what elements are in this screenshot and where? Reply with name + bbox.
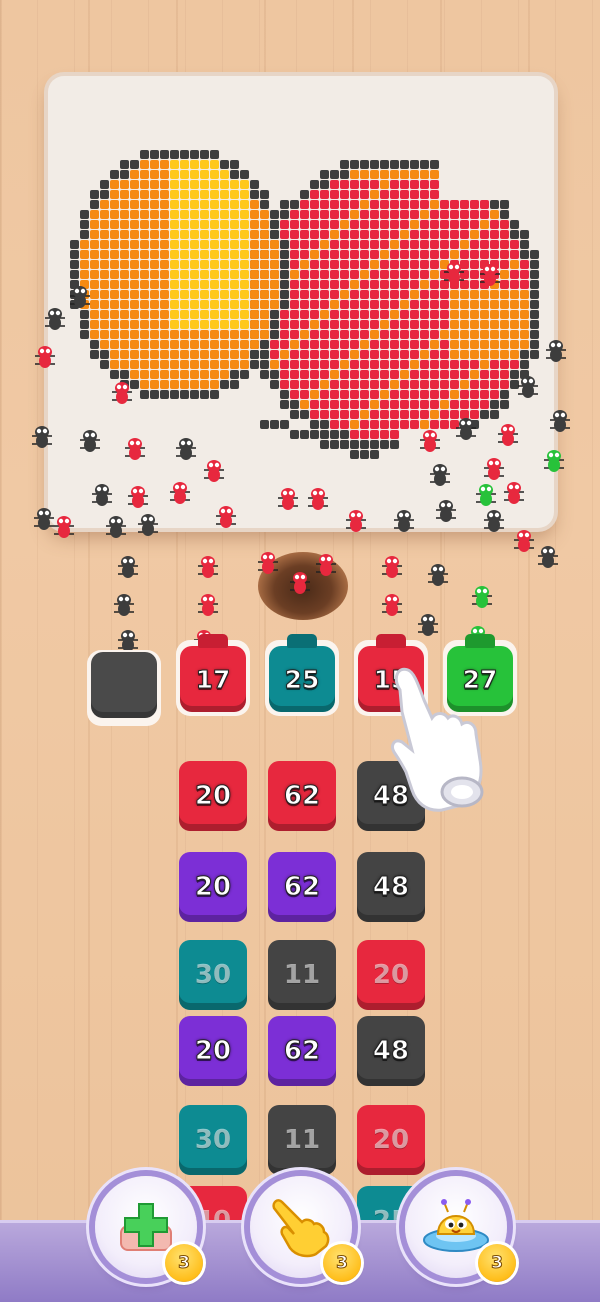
tile[interactable]: 62 bbox=[268, 761, 336, 831]
powerup-count-badge: 3 bbox=[165, 1244, 203, 1282]
jar-label: 17 bbox=[195, 664, 231, 694]
tile[interactable]: 20 bbox=[179, 761, 247, 831]
tile: 11 bbox=[268, 1105, 336, 1175]
ant bbox=[418, 614, 438, 636]
tile[interactable]: 20 bbox=[179, 852, 247, 922]
ant bbox=[428, 564, 448, 586]
pointing-hand-icon bbox=[272, 1199, 330, 1258]
tile[interactable]: 48 bbox=[357, 852, 425, 922]
ufo-icon bbox=[423, 1199, 489, 1252]
tile[interactable]: 20 bbox=[179, 1016, 247, 1086]
tile: 30 bbox=[179, 940, 247, 1010]
jar-label: 25 bbox=[284, 664, 320, 694]
tile[interactable]: 62 bbox=[268, 1016, 336, 1086]
ant bbox=[198, 594, 218, 616]
jar-teal[interactable]: 25 bbox=[269, 634, 335, 712]
ant-hole bbox=[258, 552, 348, 620]
powerup-count-badge: 3 bbox=[478, 1244, 516, 1282]
ant bbox=[118, 630, 138, 652]
tutorial-hand-icon bbox=[390, 667, 484, 812]
jar-empty[interactable] bbox=[91, 652, 157, 718]
tile[interactable]: 48 bbox=[357, 1016, 425, 1086]
tile: 11 bbox=[268, 940, 336, 1010]
plus-icon bbox=[120, 1203, 172, 1251]
ant bbox=[114, 594, 134, 616]
tile: 30 bbox=[179, 1105, 247, 1175]
powerup-count-badge: 3 bbox=[323, 1244, 361, 1282]
jar-red[interactable]: 17 bbox=[180, 634, 246, 712]
tile[interactable]: 62 bbox=[268, 852, 336, 922]
tile: 20 bbox=[357, 1105, 425, 1175]
ant bbox=[382, 594, 402, 616]
pixel-art-maple-leaf bbox=[70, 150, 539, 459]
tile: 20 bbox=[357, 940, 425, 1010]
ant bbox=[472, 586, 492, 608]
